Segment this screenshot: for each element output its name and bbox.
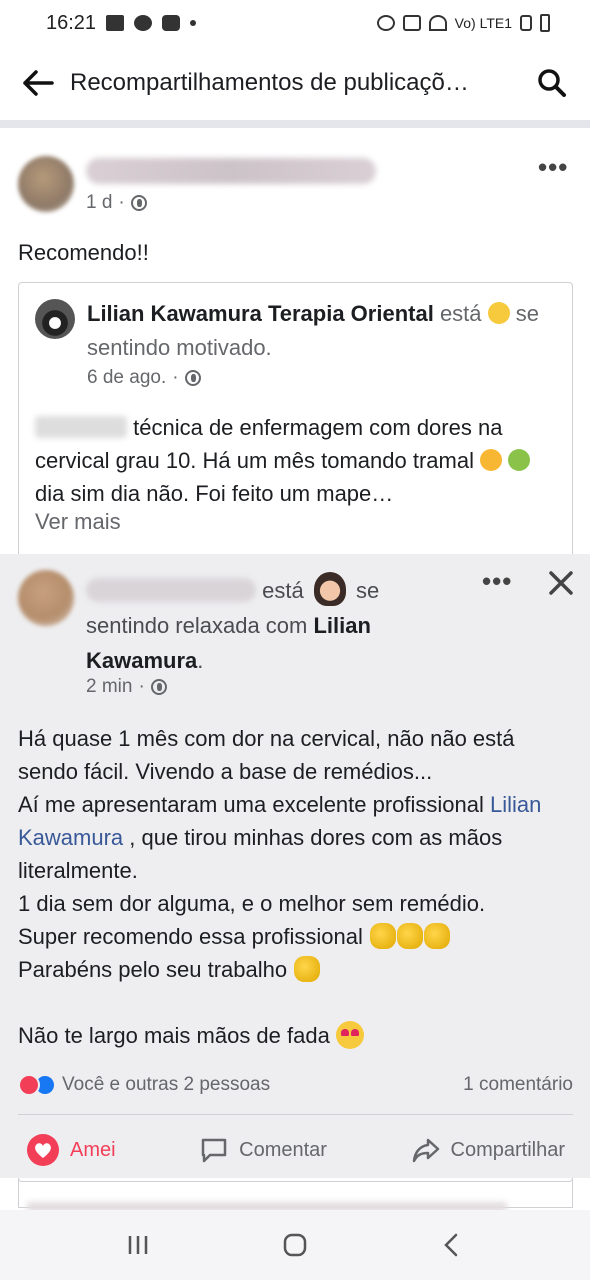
shared-post-time[interactable]: 6 de ago. [87,367,166,389]
globe-icon [130,195,147,211]
body-text: Não te largo mais mãos de fada [18,1023,336,1048]
period: . [197,648,204,673]
body-text: Super recomendo essa profissional [18,924,369,949]
section-divider [0,120,590,128]
shared-author-name[interactable]: Lilian Kawamura Terapia Oriental [87,301,434,326]
more-notifications-icon [190,20,197,26]
post-meta: 1 d · [86,192,147,214]
mute-icon [402,15,421,31]
feeling-prefix: está [439,301,482,326]
shared-body-line2: dia sim dia não. Foi feito um mape… [35,481,394,506]
network-label: Vo) LTE1 [454,15,512,31]
avatar[interactable] [18,570,74,626]
more-icon[interactable]: ••• [482,568,512,594]
overlay-post-meta: 2 min · [86,676,167,698]
heart-eyes-emoji-icon [335,1021,364,1049]
search-icon[interactable] [534,65,570,101]
meta-separator: · [172,367,179,388]
reactions-summary[interactable]: Você e outras 2 pessoas [18,1074,270,1096]
body-line: Não te largo mais mãos de fada [18,1019,573,1052]
clapping-emoji-icon [396,923,423,949]
love-label: Amei [70,1138,116,1161]
love-button[interactable]: Amei [18,1133,124,1167]
divider [18,1114,573,1115]
overlay-post-header: está se sentindo relaxada com Lilian Kaw… [86,572,466,678]
body-text: Parabéns pelo seu trabalho [18,957,294,982]
overlay-post-body: Há quase 1 mês com dor na cervical, não … [18,722,573,1052]
avatar[interactable] [18,156,74,212]
body-line: Aí me apresentaram uma excelente profiss… [18,788,573,887]
status-right: Vo) LTE1 [376,14,550,32]
author-name-blurred[interactable] [86,578,256,602]
shared-post-meta: 6 de ago. · [87,367,201,389]
signal-icon [520,15,532,31]
recents-icon[interactable] [118,1225,158,1265]
see-more-link[interactable]: Ver mais [35,509,121,535]
app-notification-icon [134,15,153,31]
tired-face-emoji-icon [480,449,503,471]
body-line: Super recomendo essa profissional [18,920,573,953]
heart-icon [27,1134,59,1166]
system-nav-bar [0,1210,590,1280]
love-reaction-icon [18,1074,40,1096]
page-title: Recompartilhamentos de publicaçõ… [70,69,469,96]
blurred-name [35,416,127,438]
meta-separator: · [118,192,125,213]
shared-post-header: Lilian Kawamura Terapia Oriental está se… [87,297,557,365]
home-icon[interactable] [275,1225,315,1265]
status-bar: 16:21 Vo) LTE1 [0,0,590,46]
overlay-post: está se sentindo relaxada com Lilian Kaw… [0,554,590,1178]
globe-icon [150,679,167,695]
status-time: 16:21 [46,11,97,34]
more-icon[interactable]: ••• [538,154,568,180]
comment-button[interactable]: Comentar [191,1135,335,1165]
share-label: Compartilhar [450,1138,565,1161]
back-nav-icon[interactable] [432,1225,472,1265]
post-time[interactable]: 1 d [86,192,112,214]
close-icon[interactable] [546,568,576,598]
clapping-emoji-icon [423,923,450,949]
post-text: Recomendo!! [18,240,149,265]
alarm-icon [376,15,395,31]
body-line: Há quase 1 mês com dor na cervical, não … [18,726,515,784]
clapping-emoji-icon [369,923,396,949]
meta-separator: · [138,676,145,697]
status-left: 16:21 [46,11,197,35]
overlay-post-time[interactable]: 2 min [86,676,132,698]
battery-icon [540,14,550,32]
globe-icon [184,370,201,386]
share-icon [412,1138,439,1163]
reactions-text[interactable]: Você e outras 2 pessoas [62,1074,270,1096]
share-button[interactable]: Compartilhar [403,1135,573,1165]
app-bar: Recompartilhamentos de publicaçõ… [0,46,590,120]
avatar[interactable] [35,299,75,339]
back-arrow-icon[interactable] [20,65,56,101]
reaction-icons [18,1074,56,1096]
author-name-blurred[interactable] [86,158,376,184]
comment-label: Comentar [239,1138,327,1161]
woman-emoji-icon [313,572,346,606]
wifi-icon [428,15,447,31]
body-line: 1 dia sem dor alguma, e o melhor sem rem… [18,891,486,916]
nauseated-face-emoji-icon [508,449,531,471]
clapping-emoji-icon [294,956,321,982]
shared-post-body: técnica de enfermagem com dores na cervi… [35,411,560,510]
action-row: Amei Comentar Compartilhar [18,1126,573,1174]
reactions-row: Você e outras 2 pessoas 1 comentário [18,1070,573,1100]
smile-emoji-icon [487,302,510,324]
body-line: Parabéns pelo seu trabalho [18,953,573,986]
feeling-prefix: está [262,578,304,603]
next-comment-peek [18,1178,573,1212]
body-text: Aí me apresentaram uma excelente profiss… [18,792,484,817]
youtube-notification-icon [162,15,181,31]
comment-count[interactable]: 1 comentário [463,1074,573,1096]
gallery-notification-icon [106,15,125,31]
comment-icon [201,1138,227,1163]
